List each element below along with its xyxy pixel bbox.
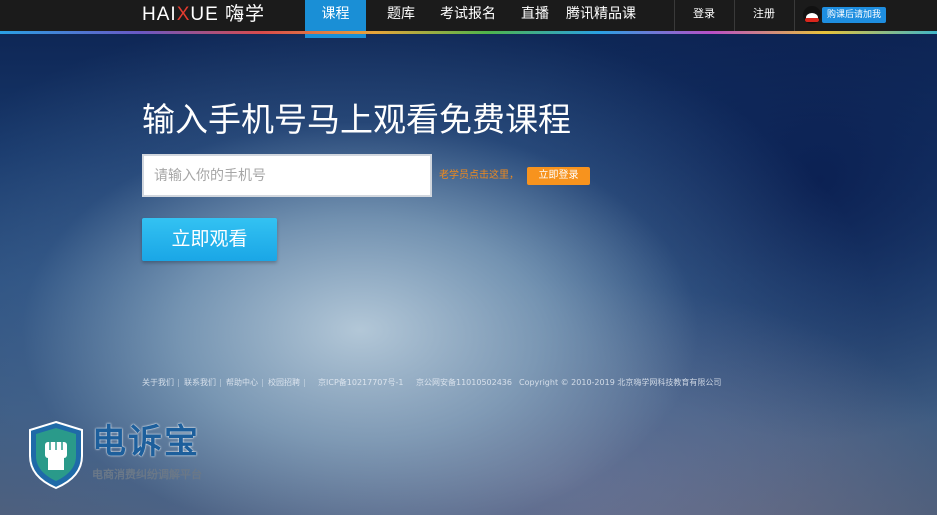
footer-link-about[interactable]: 关于我们 [142, 377, 174, 389]
footer-copyright: Copyright © 2010-2019 北京嗨学网科技教育有限公司 [519, 378, 722, 387]
footer-separator: | [261, 378, 264, 387]
qq-contact-label: 购课后请加我 [822, 7, 887, 23]
footer-icp-number[interactable]: 京ICP备10217707号-1 [318, 377, 403, 389]
hero-headline: 输入手机号马上观看免费课程 [142, 100, 571, 139]
nav-item-exam-registration[interactable]: 考试报名 [436, 0, 500, 32]
qq-penguin-icon [803, 6, 821, 24]
register-link[interactable]: 注册 [735, 0, 793, 32]
logo-text-hai: HAI [142, 4, 177, 25]
footer-link-contact[interactable]: 联系我们 [184, 377, 216, 389]
nav-item-tencent-courses[interactable]: 腾讯精品课 [563, 0, 639, 32]
logo-text-x: X [176, 4, 191, 25]
colorful-divider-strip [0, 31, 937, 34]
login-link[interactable]: 登录 [675, 0, 733, 32]
dianshubao-watermark: 电诉宝 电商消费纠纷调解平台 [26, 420, 226, 492]
watch-now-button[interactable]: 立即观看 [142, 218, 277, 261]
top-navigation-bar: HAIXUE 嗨学 课程 题库 考试报名 直播 腾讯精品课 登录 注册 购课后请… [0, 0, 937, 38]
phone-number-input[interactable] [142, 154, 432, 197]
watermark-subtitle: 电商消费纠纷调解平台 [92, 468, 202, 481]
nav-item-live[interactable]: 直播 [513, 0, 557, 32]
watermark-title: 电诉宝 [92, 422, 200, 462]
old-student-hint: 老学员点击这里， [439, 170, 519, 181]
footer-link-jobs[interactable]: 校园招聘 [268, 377, 300, 389]
qq-contact-button[interactable]: 购课后请加我 [803, 6, 889, 24]
nav-divider [794, 0, 795, 32]
footer-police-record[interactable]: 京公网安备11010502436 [416, 377, 512, 389]
footer-separator: | [177, 378, 180, 387]
nav-item-question-bank[interactable]: 题库 [378, 0, 424, 32]
logo-text-rest: UE 嗨学 [190, 4, 266, 25]
login-now-button[interactable]: 立即登录 [527, 167, 590, 185]
footer-link-help[interactable]: 帮助中心 [226, 377, 258, 389]
footer-separator: | [303, 378, 306, 387]
fist-shield-icon [29, 420, 83, 490]
haixue-logo[interactable]: HAIXUE 嗨学 [142, 4, 265, 26]
footer-separator: | [219, 378, 222, 387]
